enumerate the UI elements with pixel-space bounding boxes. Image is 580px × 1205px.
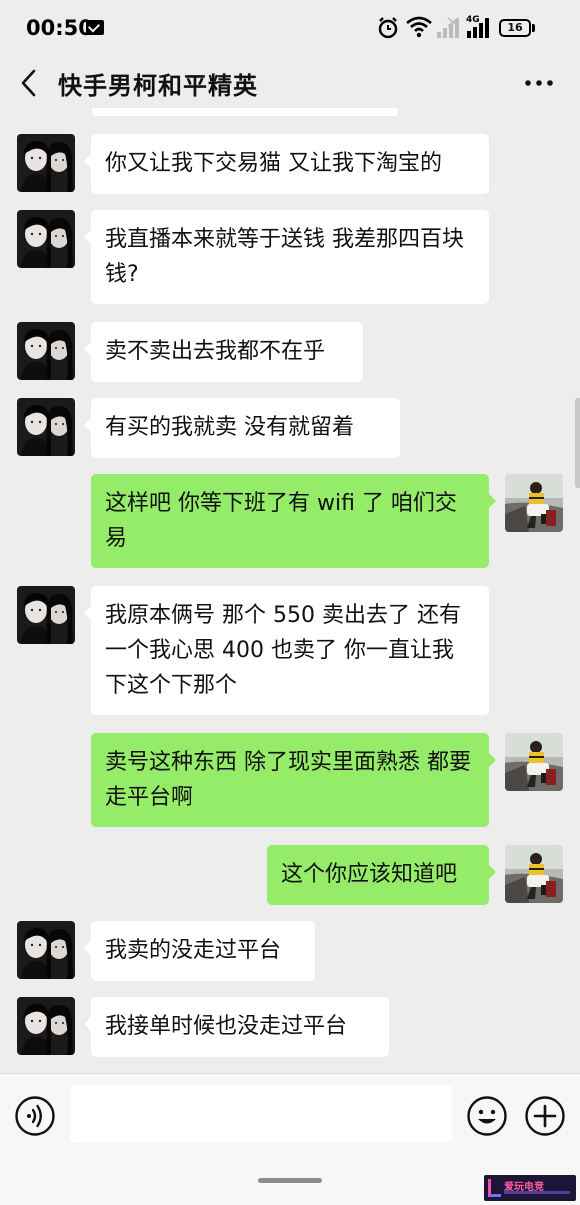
emoji-icon[interactable] — [466, 1095, 508, 1137]
my-avatar[interactable] — [505, 474, 563, 532]
status-bar: 00:50 4G 16 — [0, 0, 580, 58]
message-text: 有买的我就卖 没有就留着 — [105, 415, 354, 440]
signal-icon — [467, 18, 489, 38]
watermark-logo: 爱玩电竞 — [484, 1175, 576, 1201]
contact-avatar[interactable] — [17, 134, 75, 192]
back-arrow-icon[interactable] — [18, 68, 40, 98]
message-input[interactable] — [70, 1085, 452, 1143]
contact-avatar[interactable] — [17, 398, 75, 456]
message-text: 这个你应该知道吧 — [281, 862, 458, 887]
battery-icon: 16 — [499, 19, 531, 37]
incoming-message-bubble[interactable]: 卖不卖出去我都不在乎 — [84, 322, 363, 382]
battery-level: 16 — [507, 21, 523, 34]
contact-avatar[interactable] — [17, 586, 75, 644]
my-avatar[interactable] — [505, 733, 563, 791]
more-options-icon[interactable] — [524, 78, 554, 88]
partial-message-bubble — [92, 108, 398, 116]
incoming-message-bubble[interactable]: 有买的我就卖 没有就留着 — [84, 398, 400, 458]
contact-avatar[interactable] — [17, 322, 75, 380]
message-text: 我接单时候也没走过平台 — [105, 1014, 348, 1039]
wifi-icon — [406, 16, 432, 38]
message-text: 卖号这种东西 除了现实里面熟悉 都要走平台啊 — [105, 750, 471, 810]
message-text: 我原本俩号 那个 550 卖出去了 还有一个我心思 400 也卖了 你一直让我下… — [105, 603, 461, 698]
signal-weak-icon — [437, 17, 459, 38]
incoming-message-bubble[interactable]: 我直播本来就等于送钱 我差那四百块钱? — [84, 210, 489, 304]
message-text: 我卖的没走过平台 — [105, 938, 282, 963]
watermark-underline — [504, 1191, 570, 1194]
home-indicator[interactable] — [258, 1178, 322, 1183]
message-text: 卖不卖出去我都不在乎 — [105, 339, 326, 364]
message-text: 这样吧 你等下班了有 wifi 了 咱们交易 — [105, 491, 457, 551]
status-time: 00:50 — [26, 16, 93, 40]
plus-icon[interactable] — [524, 1095, 566, 1137]
voice-input-icon[interactable] — [14, 1095, 56, 1137]
chat-header: 快手男柯和平精英 — [0, 58, 580, 108]
message-list[interactable]: 你又让我下交易猫 又让我下淘宝的 我直播本来就等于送钱 我差那四百块钱? 卖不卖… — [0, 108, 580, 1073]
alarm-icon — [378, 17, 398, 39]
message-text: 你又让我下交易猫 又让我下淘宝的 — [105, 151, 442, 176]
outgoing-message-bubble[interactable]: 卖号这种东西 除了现实里面熟悉 都要走平台啊 — [91, 733, 496, 827]
message-text: 我直播本来就等于送钱 我差那四百块钱? — [105, 227, 464, 287]
contact-avatar[interactable] — [17, 210, 75, 268]
incoming-message-bubble[interactable]: 我原本俩号 那个 550 卖出去了 还有一个我心思 400 也卖了 你一直让我下… — [84, 586, 489, 715]
outgoing-message-bubble[interactable]: 这样吧 你等下班了有 wifi 了 咱们交易 — [91, 474, 496, 568]
notification-mail-icon — [86, 20, 104, 35]
input-bar: 爱玩电竞 — [0, 1073, 580, 1205]
outgoing-message-bubble[interactable]: 这个你应该知道吧 — [267, 845, 496, 905]
scroll-handle[interactable] — [575, 398, 580, 488]
chat-title: 快手男柯和平精英 — [58, 72, 258, 100]
watermark-mark-icon — [488, 1179, 501, 1197]
contact-avatar[interactable] — [17, 997, 75, 1055]
contact-avatar[interactable] — [17, 921, 75, 979]
my-avatar[interactable] — [505, 845, 563, 903]
incoming-message-bubble[interactable]: 我接单时候也没走过平台 — [84, 997, 389, 1057]
battery-tip — [532, 24, 535, 32]
incoming-message-bubble[interactable]: 我卖的没走过平台 — [84, 921, 315, 981]
incoming-message-bubble[interactable]: 你又让我下交易猫 又让我下淘宝的 — [84, 134, 489, 194]
